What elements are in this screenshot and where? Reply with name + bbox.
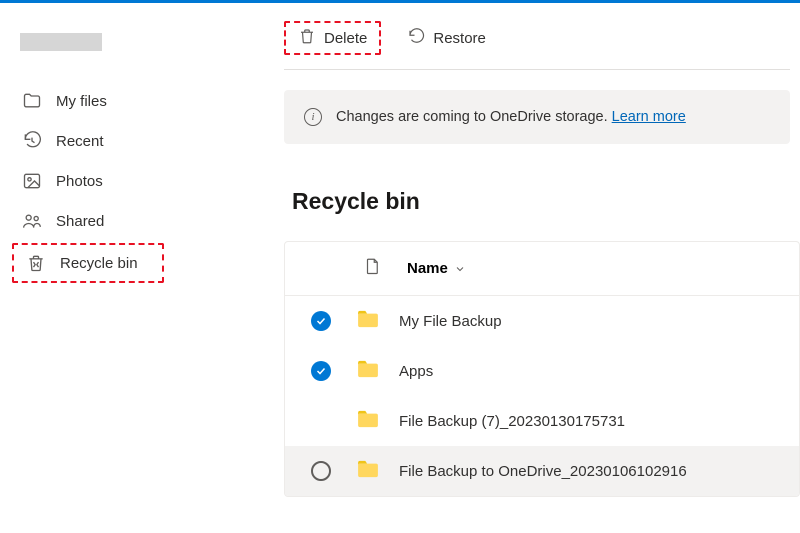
column-name-header[interactable]: Name <box>407 260 466 277</box>
row-name: My File Backup <box>399 313 502 330</box>
checkmark-icon <box>311 311 331 331</box>
row-name: File Backup (7)_20230130175731 <box>399 413 625 430</box>
sidebar: My files Recent Photos Shared <box>0 3 250 533</box>
checkmark-icon <box>311 361 331 381</box>
sidebar-item-photos[interactable]: Photos <box>12 161 250 201</box>
brand-placeholder <box>20 33 102 51</box>
restore-label: Restore <box>433 30 486 47</box>
photos-icon <box>22 171 42 191</box>
table-header: Name <box>285 242 799 296</box>
folder-outline-icon <box>22 91 42 111</box>
sidebar-item-label: Recycle bin <box>60 255 138 272</box>
delete-button[interactable]: Delete <box>288 23 377 53</box>
table-row[interactable]: My File Backup <box>285 296 799 346</box>
sidebar-item-label: Recent <box>56 133 104 150</box>
row-select[interactable] <box>307 411 335 431</box>
main-content: Delete Restore i Changes are coming to O… <box>250 3 800 533</box>
folder-icon <box>357 310 379 332</box>
info-icon: i <box>304 108 322 126</box>
shared-icon <box>22 211 42 231</box>
sidebar-item-recycle-bin[interactable]: Recycle bin <box>16 245 160 281</box>
restore-button[interactable]: Restore <box>397 21 496 55</box>
file-table: Name My File Backup <box>284 241 800 497</box>
row-select[interactable] <box>307 461 335 481</box>
row-select[interactable] <box>307 311 335 331</box>
sidebar-item-label: My files <box>56 93 107 110</box>
highlight-delete-button: Delete <box>284 21 381 55</box>
info-banner: i Changes are coming to OneDrive storage… <box>284 90 790 144</box>
toolbar-divider <box>284 69 790 70</box>
sidebar-item-label: Shared <box>56 213 104 230</box>
radio-outline-icon <box>311 461 331 481</box>
row-name: File Backup to OneDrive_20230106102916 <box>399 463 687 480</box>
banner-text: Changes are coming to OneDrive storage. … <box>336 109 686 125</box>
table-row[interactable]: File Backup to OneDrive_20230106102916 <box>285 446 799 496</box>
recycle-bin-icon <box>26 253 46 273</box>
column-name-label: Name <box>407 260 448 277</box>
folder-icon <box>357 410 379 432</box>
sidebar-item-recent[interactable]: Recent <box>12 121 250 161</box>
folder-icon <box>357 360 379 382</box>
folder-icon <box>357 460 379 482</box>
banner-message: Changes are coming to OneDrive storage. <box>336 109 612 125</box>
page-title: Recycle bin <box>292 188 800 215</box>
toolbar: Delete Restore <box>284 3 800 69</box>
sidebar-item-label: Photos <box>56 173 103 190</box>
row-select[interactable] <box>307 361 335 381</box>
recent-icon <box>22 131 42 151</box>
sidebar-item-my-files[interactable]: My files <box>12 81 250 121</box>
chevron-down-icon <box>454 263 466 275</box>
file-type-icon <box>363 256 383 281</box>
unselected-placeholder <box>311 411 331 431</box>
delete-label: Delete <box>324 30 367 47</box>
restore-icon <box>407 27 425 49</box>
table-row[interactable]: Apps <box>285 346 799 396</box>
banner-link[interactable]: Learn more <box>612 109 686 125</box>
sidebar-item-shared[interactable]: Shared <box>12 201 250 241</box>
table-row[interactable]: File Backup (7)_20230130175731 <box>285 396 799 446</box>
trash-icon <box>298 27 316 49</box>
highlight-recycle-bin: Recycle bin <box>12 243 164 283</box>
row-name: Apps <box>399 363 433 380</box>
